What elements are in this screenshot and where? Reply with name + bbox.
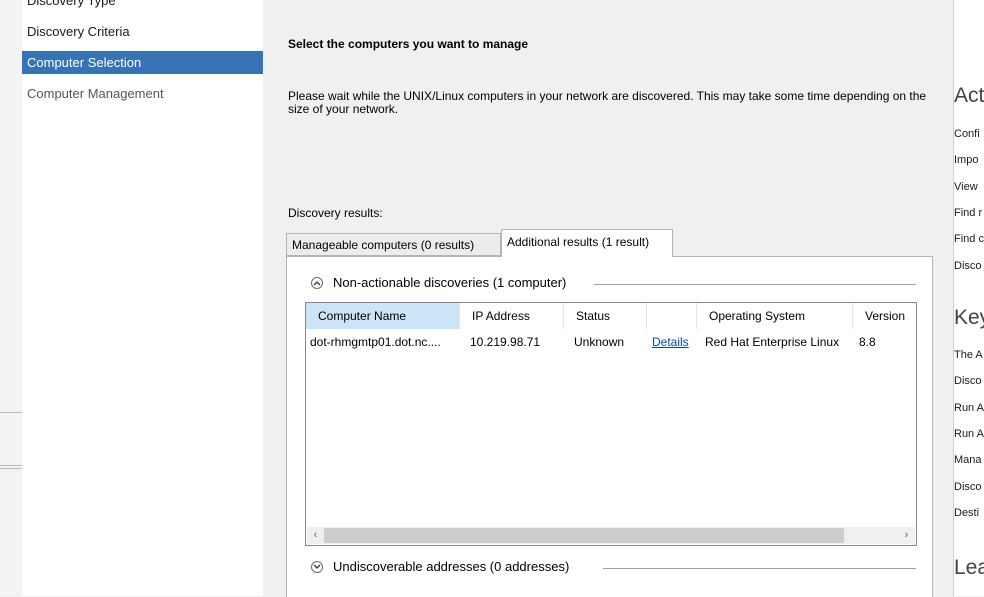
group-divider	[594, 284, 916, 285]
actions-heading: Act	[954, 84, 984, 107]
wizard-navigation: Discovery Type Discovery Criteria Comput…	[22, 0, 264, 596]
key-task-link[interactable]: Mana	[954, 454, 982, 466]
key-task-link[interactable]: Disco	[954, 481, 982, 493]
non-actionable-group-header: Non-actionable discoveries (1 computer)	[287, 273, 916, 293]
cell-version: 8.8	[859, 335, 876, 349]
column-header-computer-name[interactable]: Computer Name	[306, 303, 460, 329]
nav-item-discovery-criteria[interactable]: Discovery Criteria	[22, 20, 263, 43]
undiscoverable-group-label: Undiscoverable addresses (0 addresses)	[333, 559, 570, 574]
key-task-link[interactable]: Desti	[954, 507, 979, 519]
column-header-version[interactable]: Version	[853, 303, 916, 329]
action-link[interactable]: Disco	[954, 260, 982, 272]
cell-ip-address: 10.219.98.71	[470, 335, 541, 349]
column-header-ip-address[interactable]: IP Address	[460, 303, 564, 329]
key-tasks-heading: Key	[954, 306, 984, 329]
group-divider	[603, 568, 916, 569]
nav-item-discovery-type[interactable]: Discovery Type	[22, 0, 263, 12]
scroll-right-icon[interactable]: ›	[898, 527, 915, 544]
action-link[interactable]: View	[954, 181, 978, 193]
column-header-operating-system[interactable]: Operating System	[697, 303, 853, 329]
tab-manageable-computers[interactable]: Manageable computers (0 results)	[286, 233, 501, 256]
action-link[interactable]: Impo	[954, 154, 978, 166]
additional-results-panel: Non-actionable discoveries (1 computer) …	[286, 256, 933, 597]
action-link[interactable]: Confi	[954, 128, 980, 140]
key-task-link[interactable]: Run A	[954, 428, 984, 440]
nav-item-computer-management: Computer Management	[27, 86, 164, 101]
scrollbar-thumb[interactable]	[324, 528, 844, 543]
key-task-link[interactable]: Run A	[954, 402, 984, 414]
background-window-edge	[0, 0, 23, 596]
details-link[interactable]: Details	[652, 335, 689, 349]
action-link[interactable]: Find c	[954, 233, 984, 245]
actions-pane: Act Confi Impo View Find r Find c Disco …	[953, 0, 984, 596]
non-actionable-group-label: Non-actionable discoveries (1 computer)	[333, 275, 567, 290]
undiscoverable-group-header: Undiscoverable addresses (0 addresses)	[287, 557, 916, 577]
column-header-status[interactable]: Status	[564, 303, 647, 329]
expand-chevron-icon[interactable]	[311, 561, 323, 573]
discovery-results-label: Discovery results:	[288, 206, 383, 220]
horizontal-scrollbar[interactable]: ‹ ›	[307, 527, 915, 544]
learn-heading: Lea	[954, 556, 984, 579]
page-title: Select the computers you want to manage	[288, 37, 529, 51]
cell-status: Unknown	[574, 335, 625, 349]
nav-item-computer-selection[interactable]: Computer Selection	[22, 51, 263, 74]
wizard-page: Select the computers you want to manage …	[263, 0, 953, 597]
scroll-left-icon[interactable]: ‹	[307, 527, 324, 544]
collapse-chevron-icon[interactable]	[311, 277, 323, 289]
action-link[interactable]: Find r	[954, 207, 982, 219]
cell-computer-name: dot-rhmgmtp01.dot.nc....	[310, 335, 441, 349]
key-task-link[interactable]: The A	[954, 349, 983, 361]
key-task-link[interactable]: Disco	[954, 375, 982, 387]
column-header-details[interactable]	[647, 303, 697, 329]
discovered-computers-list[interactable]: Computer Name IP Address Status Operatin…	[305, 302, 917, 546]
tab-additional-results[interactable]: Additional results (1 result)	[501, 229, 673, 257]
cell-operating-system: Red Hat Enterprise Linux	[705, 335, 840, 349]
wait-message: Please wait while the UNIX/Linux compute…	[288, 89, 927, 116]
